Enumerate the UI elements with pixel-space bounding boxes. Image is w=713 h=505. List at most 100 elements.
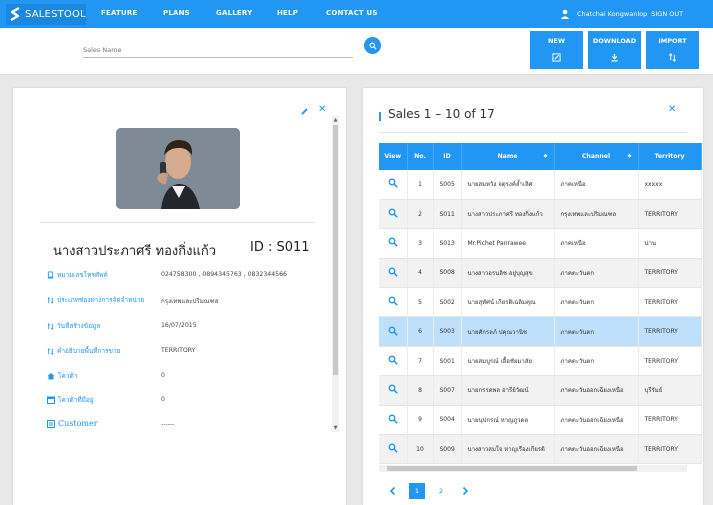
row-number-cell: 7 <box>407 346 434 377</box>
new-button[interactable]: NEW <box>530 31 583 69</box>
table-horizontal-scrollbar[interactable] <box>379 465 687 472</box>
view-cell[interactable] <box>379 170 408 200</box>
new-button-label: NEW <box>547 37 566 45</box>
sales-id-cell: S001 <box>433 346 462 377</box>
view-search-icon[interactable] <box>388 267 398 277</box>
nav-contact-us[interactable]: CONTACT US <box>326 9 378 17</box>
nav-gallery[interactable]: GALLERY <box>216 9 252 17</box>
view-cell[interactable] <box>379 375 408 406</box>
view-search-icon[interactable] <box>388 178 398 189</box>
sign-out-link[interactable]: SIGN OUT <box>651 10 683 18</box>
view-search-icon[interactable] <box>388 296 398 306</box>
sales-list-card: Sales 1 – 10 of 17 ✕ View No. ID Name ◆ … <box>363 88 703 505</box>
table-row[interactable]: 7 S001 นายสมบูรณ์ เอื้อชัยมาลัย ภาคตะวันตก T… <box>379 346 702 377</box>
view-cell[interactable] <box>379 346 408 377</box>
table-row[interactable]: 3 S013 Mr.Pichet Panrawee ภาคเหนือ น่าน <box>379 228 702 259</box>
view-cell[interactable] <box>379 287 408 318</box>
view-cell[interactable] <box>379 199 408 230</box>
edit-pencil-icon[interactable] <box>300 107 309 116</box>
download-button[interactable]: DOWNLOAD <box>588 31 641 69</box>
nav-feature[interactable]: FEATURE <box>101 9 137 17</box>
view-cell[interactable] <box>379 405 408 436</box>
channel-cell: ภาคตะวันออกเฉียงเหนือ <box>554 434 639 465</box>
field-label-text: Customer <box>58 419 98 428</box>
col-header-id[interactable]: ID <box>433 143 462 170</box>
profile-photo-image <box>116 128 240 209</box>
field-label-remaining-quota: โควต้าที่มีอยู่ <box>47 395 94 405</box>
page-button-1[interactable]: 1 <box>409 483 425 499</box>
sort-icon <box>47 322 54 330</box>
view-cell[interactable] <box>379 316 408 347</box>
view-search-icon[interactable] <box>388 208 398 218</box>
detail-scrollbar-thumb[interactable] <box>333 125 338 375</box>
table-row[interactable]: 9 S004 นายนุปกรณ์ หาญภูวดล ภาคตะวันออกเฉียง… <box>379 405 702 436</box>
prev-page-icon[interactable] <box>385 483 401 499</box>
view-search-icon[interactable] <box>388 414 398 424</box>
user-avatar-icon[interactable] <box>560 9 570 19</box>
table-row[interactable]: 6 S003 นายศักรลภ์ ปคุณวานิช ภาคตะวันตก TERRI… <box>379 316 702 347</box>
nav-plans[interactable]: PLANS <box>163 9 190 17</box>
nav-help[interactable]: HELP <box>277 9 298 17</box>
table-row[interactable]: 5 S002 นายสุทัศน์ เกียรติเฉลิมคุณ ภาคตะวันต… <box>379 287 702 318</box>
sales-name-cell: นายนุปกรณ์ หาญภูวดล <box>461 405 555 436</box>
row-number-cell: 5 <box>407 287 434 318</box>
sales-id-cell: S007 <box>433 375 462 406</box>
sales-name-cell: นายสมหวัง จตุรงค์ล้ำเลิศ <box>461 170 555 200</box>
sales-name-cell: นางสาวอรนลิช อยู่บุญสุข <box>461 258 555 289</box>
table-row[interactable]: 1 S005 นายสมหวัง จตุรงค์ล้ำเลิศ ภาคเหนือ xxx… <box>379 170 702 200</box>
next-page-icon[interactable] <box>457 483 473 499</box>
row-number-cell: 4 <box>407 258 434 289</box>
table-row[interactable]: 8 S007 นายกรรดพล อารีย์วัฒน์ ภาคตะวันออกเฉี… <box>379 375 702 406</box>
sales-person-id: ID : S011 <box>250 240 310 255</box>
pagination: 1 2 <box>385 483 481 499</box>
table-row[interactable]: 4 S008 นางสาวอรนลิช อยู่บุญสุข ภาคตะวันตก TE… <box>379 258 702 289</box>
table-scrollbar-thumb[interactable] <box>387 466 637 471</box>
col-header-no[interactable]: No. <box>407 143 434 170</box>
import-button[interactable]: IMPORT <box>646 31 699 69</box>
channel-cell: ภาคตะวันตก <box>554 258 639 289</box>
view-search-icon[interactable] <box>388 443 398 453</box>
search-button[interactable] <box>364 37 381 54</box>
sales-id-cell: S003 <box>433 316 462 347</box>
territory-cell: TERRITORY <box>638 199 702 230</box>
close-detail-icon[interactable]: ✕ <box>318 104 326 115</box>
brand-logo[interactable]: SALESTOOL <box>6 4 86 25</box>
view-cell[interactable] <box>379 258 408 289</box>
view-cell[interactable] <box>379 228 408 259</box>
sales-name-search-input[interactable] <box>83 42 353 58</box>
field-label-text: คำอธิบายพื้นที่การขาย <box>57 347 121 355</box>
search-icon <box>368 41 377 50</box>
territory-cell: TERRITORY <box>638 346 702 377</box>
table-row[interactable]: 2 S011 นางสาวประภาศรี ทองกิ่งแก้ว กรุงเทพแล… <box>379 199 702 230</box>
col-header-name[interactable]: Name ◆ <box>461 143 555 170</box>
territory-cell: TERRITORY <box>638 316 702 347</box>
col-header-channel[interactable]: Channel ◆ <box>554 143 639 170</box>
channel-cell: ภาคตะวันออกเฉียงเหนือ <box>554 375 639 406</box>
view-search-icon[interactable] <box>388 384 398 395</box>
phone-icon <box>47 271 54 279</box>
import-arrows-icon <box>668 53 677 62</box>
user-name[interactable]: Chatchai Kongwanlop <box>577 10 647 18</box>
col-header-territory[interactable]: Territory <box>638 143 702 170</box>
field-value-created-date: 16/07/2015 <box>161 322 197 329</box>
scroll-down-arrow-icon[interactable]: ▼ <box>332 425 339 432</box>
close-list-icon[interactable]: ✕ <box>668 104 676 115</box>
sort-arrow-icon: ◆ <box>543 153 548 159</box>
page-button-2[interactable]: 2 <box>433 483 449 499</box>
sales-id-cell: S013 <box>433 228 462 259</box>
view-search-icon[interactable] <box>388 355 398 365</box>
row-number-cell: 6 <box>407 316 434 347</box>
channel-cell: ภาคเหนือ <box>554 170 639 200</box>
sales-name-cell: นายกรรดพล อารีย์วัฒน์ <box>461 375 555 406</box>
row-number-cell: 1 <box>407 170 434 200</box>
sales-list-title: Sales 1 – 10 of 17 <box>388 107 495 121</box>
channel-cell: ภาคตะวันตก <box>554 346 639 377</box>
field-value-phone: 024758300 , 0894345763 , 0832344566 <box>161 271 287 278</box>
scroll-up-arrow-icon[interactable]: ▲ <box>332 117 339 124</box>
view-cell[interactable] <box>379 434 408 465</box>
view-search-icon[interactable] <box>388 326 398 336</box>
view-search-icon[interactable] <box>388 237 398 248</box>
sales-name-cell: นางสาวสมใจ หาญเรืองเกียรติ <box>461 434 555 465</box>
col-header-name-label: Name <box>497 153 518 160</box>
table-row[interactable]: 10 S009 นางสาวสมใจ หาญเรืองเกียรติ ภาคตะวัน… <box>379 434 702 465</box>
